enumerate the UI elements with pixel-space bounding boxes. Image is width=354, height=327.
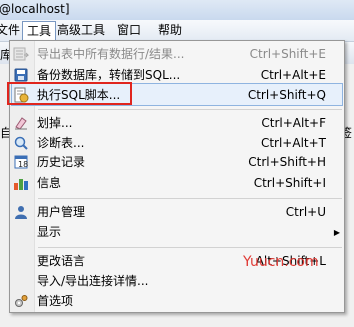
- diagnose-table-icon: [14, 136, 28, 150]
- backup-database-icon: [14, 68, 28, 82]
- export-rows-icon: [13, 47, 29, 61]
- menu-item-label: 备份数据库，转储到SQL...: [37, 68, 181, 82]
- menu-window[interactable]: 窗口: [113, 22, 145, 39]
- menu-item-label: 信息: [37, 176, 62, 190]
- menu-item-label: 用户管理: [37, 205, 86, 219]
- menu-item-shortcut: Ctrl+U: [285, 205, 326, 219]
- menu-item-label: 更改语言: [37, 254, 86, 268]
- menu-separator: [38, 109, 342, 110]
- window-title: @localhost]: [0, 2, 70, 16]
- menu-item-shortcut: Ctrl+Shift+H: [248, 155, 326, 169]
- menu-item-shortcut: Ctrl+Alt+E: [260, 68, 326, 82]
- menu-item-user-management[interactable]: 用户管理 Ctrl+U: [10, 201, 344, 223]
- menu-tools[interactable]: 工具: [22, 21, 57, 41]
- menu-item-preferences[interactable]: 首选项: [10, 290, 344, 312]
- info-icon: [14, 179, 28, 190]
- svg-text:18: 18: [18, 160, 28, 169]
- menu-item-info[interactable]: 信息 Ctrl+Shift+I: [10, 172, 344, 194]
- tools-dropdown-menu: 导出表中所有数据行/结果... Ctrl+Shift+E 备份数据库，转储到SQ…: [9, 40, 345, 313]
- menu-item-export-rows[interactable]: 导出表中所有数据行/结果... Ctrl+Shift+E: [10, 43, 344, 65]
- menu-file[interactable]: 文件: [0, 22, 24, 39]
- menu-item-label: 划掉...: [37, 116, 73, 130]
- user-management-icon: [15, 206, 27, 219]
- menu-item-erase[interactable]: 划掉... Ctrl+Alt+F: [10, 112, 344, 134]
- eraser-icon: [15, 117, 27, 130]
- menu-item-label: 首选项: [37, 294, 74, 308]
- menu-item-shortcut: Ctrl+Alt+F: [261, 116, 326, 130]
- menu-help[interactable]: 帮助: [154, 22, 186, 39]
- submenu-arrow-icon: ▶: [333, 228, 340, 237]
- menu-item-display[interactable]: 显示 ▶: [10, 221, 344, 243]
- menu-item-shortcut: Ctrl+Shift+Q: [247, 88, 326, 102]
- menu-item-label: 导入/导出连接详情...: [37, 274, 149, 288]
- menu-item-import-export-connection[interactable]: 导入/导出连接详情...: [10, 270, 344, 292]
- history-icon: 18: [14, 155, 28, 169]
- menu-separator: [38, 198, 342, 199]
- menu-advanced-tools[interactable]: 高级工具: [53, 22, 109, 39]
- menu-item-shortcut: Ctrl+Shift+E: [249, 47, 326, 61]
- watermark-text: Yuucn.com: [243, 254, 319, 270]
- menu-item-label: 诊断表...: [37, 136, 85, 150]
- menu-separator: [38, 247, 342, 248]
- menu-item-history[interactable]: 18 历史记录 Ctrl+Shift+H: [10, 151, 344, 173]
- menu-bar: 文件 工具 高级工具 窗口 帮助: [0, 20, 354, 42]
- menu-item-label: 导出表中所有数据行/结果...: [37, 47, 185, 61]
- preferences-icon: [15, 295, 28, 307]
- title-bar: @localhost]: [0, 0, 354, 20]
- menu-item-shortcut: Ctrl+Alt+T: [260, 136, 326, 150]
- menu-item-shortcut: Ctrl+Shift+I: [253, 176, 326, 190]
- menu-item-label: 历史记录: [37, 155, 86, 169]
- menu-item-label: 显示: [37, 225, 62, 239]
- annotation-highlight-box: [7, 82, 132, 105]
